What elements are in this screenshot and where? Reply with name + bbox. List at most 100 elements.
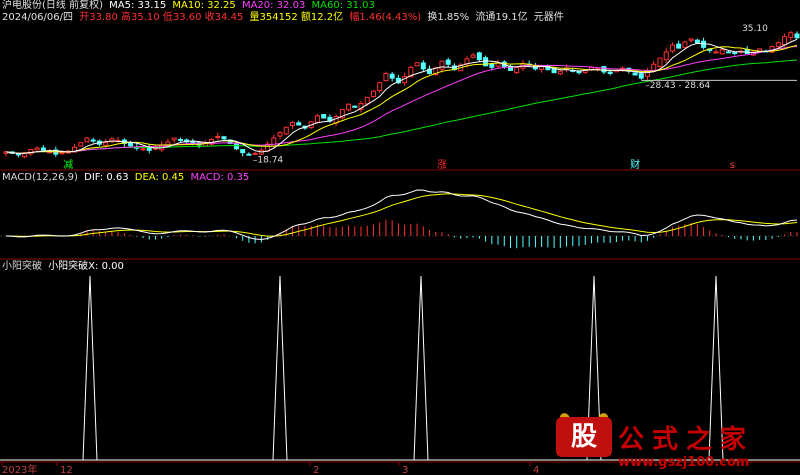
candle-body: [277, 132, 283, 137]
candle-body: [694, 39, 700, 44]
signal-spike: [272, 275, 288, 461]
watermark-logo: 股: [556, 417, 612, 457]
candle-body: [59, 152, 65, 155]
candle-body: [283, 126, 289, 135]
open-label: 开33.80: [79, 12, 118, 23]
candle-body: [788, 32, 794, 38]
signal-spike: [413, 275, 429, 461]
float-label: 流通19.1亿: [475, 12, 528, 23]
candle-body: [177, 138, 183, 141]
candle-body: [632, 72, 638, 76]
candle-body: [607, 71, 613, 74]
candle-body: [40, 147, 46, 151]
candle-body: [657, 57, 663, 67]
x-axis: 2023年 12 2 3 4: [1, 462, 539, 475]
amount-label: 额12.2亿: [300, 12, 344, 23]
candle-body: [377, 82, 383, 91]
candle-body: [775, 42, 781, 48]
candle-body: [782, 36, 788, 46]
candle-body: [296, 122, 302, 126]
candle-body: [601, 66, 607, 73]
macd-value-label: MACD: 0.35: [190, 172, 250, 183]
watermark-url: www.gszj100.com: [618, 455, 750, 470]
candle-body: [252, 152, 258, 155]
candle-body: [346, 103, 352, 111]
candle-body: [439, 60, 445, 70]
ma60-label: MA60: 31.03: [311, 0, 375, 11]
candle-body: [676, 43, 682, 49]
candle-body: [732, 52, 738, 55]
price-annotation: –28.43 - 28.64: [645, 81, 710, 91]
candle-body: [713, 51, 719, 54]
candle-body: [240, 149, 246, 154]
ma10-label: MA10: 32.25: [172, 0, 236, 11]
symbol-label[interactable]: 沪电股份(日线 前复权): [2, 0, 103, 11]
indicator-title[interactable]: 小阳突破: [2, 261, 42, 272]
candle-body: [28, 149, 34, 155]
candle-body: [725, 51, 731, 54]
volume-label: 量354152: [249, 12, 298, 23]
change-label: 幅1.46(4.43%): [349, 12, 422, 23]
x-tick-label: 12: [60, 465, 73, 475]
candle-body: [78, 142, 84, 147]
candle-body: [290, 122, 296, 127]
ma10-line: [5, 44, 798, 154]
close-label: 收34.45: [204, 12, 244, 23]
candle-body: [128, 142, 134, 147]
date-label: 2024/06/06/四: [2, 12, 74, 23]
candle-body: [663, 51, 669, 61]
indicator-header: 小阳突破 小阳突破X: 0.00: [2, 261, 127, 273]
price-annotation: 35.10: [742, 24, 768, 34]
candle-body: [364, 96, 370, 105]
signal-spike: [82, 275, 98, 461]
ma5-line: [5, 38, 798, 154]
candle-body: [688, 38, 694, 41]
candle-body: [90, 139, 96, 142]
watermark: 股 公式之家 www.gszj100.com: [556, 411, 792, 473]
candle-body: [514, 66, 520, 74]
candle-body: [489, 63, 495, 68]
candle-body: [321, 114, 327, 119]
indicator-value: 小阳突破X: 0.00: [48, 261, 124, 272]
candle-body: [719, 49, 725, 55]
sector-label[interactable]: 元器件: [534, 12, 564, 23]
watermark-name: 公式之家: [618, 425, 755, 455]
candle-body: [221, 136, 227, 140]
price-panel: –18.74 35.10 –28.43 - 28.64 减 涨 财 s: [3, 24, 800, 171]
macd-panel: [0, 189, 800, 249]
candle-body: [314, 115, 320, 123]
candle-body: [84, 137, 90, 143]
candle-body: [215, 135, 221, 138]
candle-body: [669, 44, 675, 52]
candle-body: [476, 52, 482, 61]
candle-body: [794, 33, 800, 39]
x-tick-label: 4: [533, 465, 539, 475]
candle-body: [383, 72, 389, 82]
candle-body: [682, 41, 688, 48]
dea-label: DEA: 0.45: [134, 172, 185, 183]
dif-label: DIF: 0.63: [84, 172, 129, 183]
event-marker: 涨: [437, 159, 447, 171]
event-marker: 减: [63, 159, 73, 171]
macd-title[interactable]: MACD(12,26,9): [2, 172, 78, 183]
candle-body: [445, 59, 451, 65]
macd-header: MACD(12,26,9) DIF: 0.63 DEA: 0.45 MACD: …: [2, 172, 252, 184]
event-marker: s: [730, 160, 735, 171]
stock-chart: –18.74 35.10 –28.43 - 28.64 减 涨 财 s 2023年 12 2 3 4: [0, 24, 800, 475]
high-label: 高35.10: [121, 12, 160, 23]
candle-body: [370, 90, 376, 97]
x-tick-label: 3: [402, 465, 408, 475]
ma20-label: MA20: 32.03: [241, 0, 306, 11]
price-header: 沪电股份(日线 前复权) MA5: 33.15 MA10: 32.25 MA20…: [2, 0, 378, 12]
quote-header: 2024/06/06/四 开33.80 高35.10 低33.60 收34.45…: [2, 12, 567, 24]
ma20-line: [5, 46, 798, 154]
x-tick-label: 2023年: [2, 463, 37, 475]
candle-body: [557, 70, 563, 75]
candle-body: [140, 148, 146, 151]
candle-body: [470, 54, 476, 58]
x-tick-label: 2: [313, 465, 319, 475]
candle-body: [34, 147, 40, 151]
price-annotation: –18.74: [253, 155, 284, 165]
low-label: 低33.60: [162, 12, 202, 23]
event-marker: 财: [630, 158, 640, 171]
